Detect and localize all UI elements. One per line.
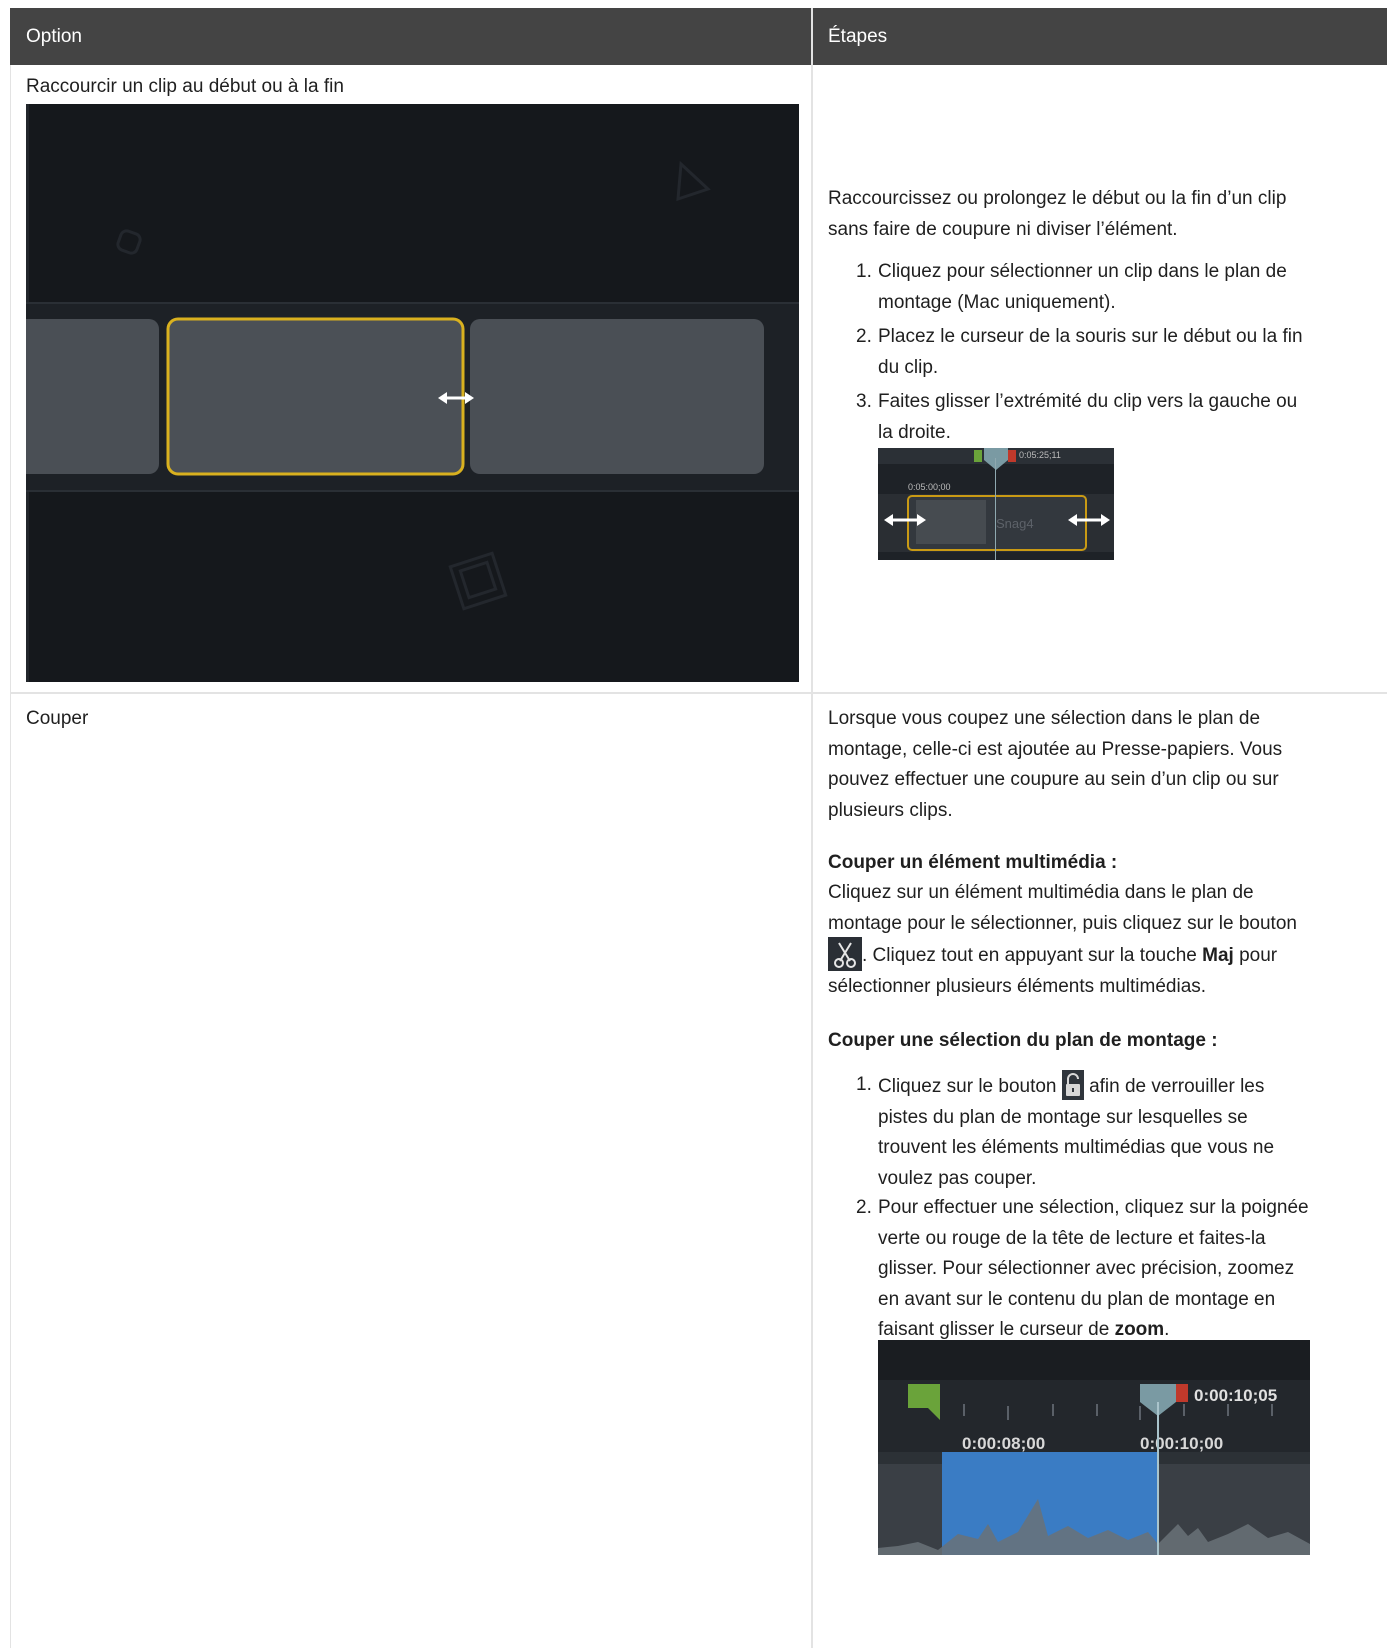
- unlock-icon[interactable]: [1061, 1070, 1084, 1100]
- tick-left: 0:00:08;00: [962, 1434, 1046, 1453]
- table-header: Option Étapes: [10, 8, 1387, 65]
- cut-selection-screenshot: 0:00:10;05 0:00:08;00 0:00:10;00: [878, 1340, 1310, 1555]
- list-item: 2. Placez le curseur de la souris sur le …: [856, 326, 1303, 378]
- tick-right: 0:00:10;00: [1140, 1434, 1224, 1453]
- list-item: 1. Cliquez pour sélectionner un clip dans…: [856, 261, 1287, 313]
- time-top: 0:05:25;11: [1019, 450, 1061, 460]
- left-border: [10, 65, 11, 1648]
- trim-intro: Raccourcissez ou prolongez le début ou l…: [828, 188, 1287, 240]
- options-table: Option Étapes Raccourcir un clip au débu…: [10, 8, 1387, 1648]
- cut-media-text: Cliquez sur un élément multimédia dans l…: [828, 882, 1297, 997]
- option-couper: Couper: [26, 708, 89, 729]
- cut-intro: Lorsque vous coupez une sélection dans l…: [828, 708, 1283, 821]
- cut-media-title: Couper un élément multimédia :: [828, 852, 1118, 873]
- resize-arrow-icon: [884, 514, 926, 526]
- time-left: 0:05:00;00: [908, 482, 951, 492]
- row-divider: [10, 692, 1387, 694]
- list-item: 1. Cliquez sur le bouton afin de verrouil…: [856, 1070, 1318, 1194]
- list-item: 3. Faites glisser l’extrémité du clip ver…: [856, 391, 1298, 443]
- header-etapes: Étapes: [828, 26, 888, 47]
- list-item: 2. Pour effectuer une sélection, cliquez …: [856, 1197, 1309, 1340]
- column-divider: [811, 8, 813, 1648]
- clip-label: Snag4: [996, 516, 1034, 531]
- resize-arrow-icon: [1068, 514, 1110, 526]
- trim-timeline-screenshot: 0:05:25;11 0:05:00;00 Snag4: [878, 448, 1114, 560]
- scissors-icon[interactable]: [828, 937, 862, 971]
- sel-time-top: 0:00:10;05: [1194, 1386, 1278, 1405]
- cut-timeline-title: Couper une sélection du plan de montage …: [828, 1030, 1218, 1051]
- trim-clip-screenshot: [26, 104, 799, 682]
- header-option: Option: [26, 26, 82, 47]
- option-trim-clip: Raccourcir un clip au début ou à la fin: [26, 76, 344, 97]
